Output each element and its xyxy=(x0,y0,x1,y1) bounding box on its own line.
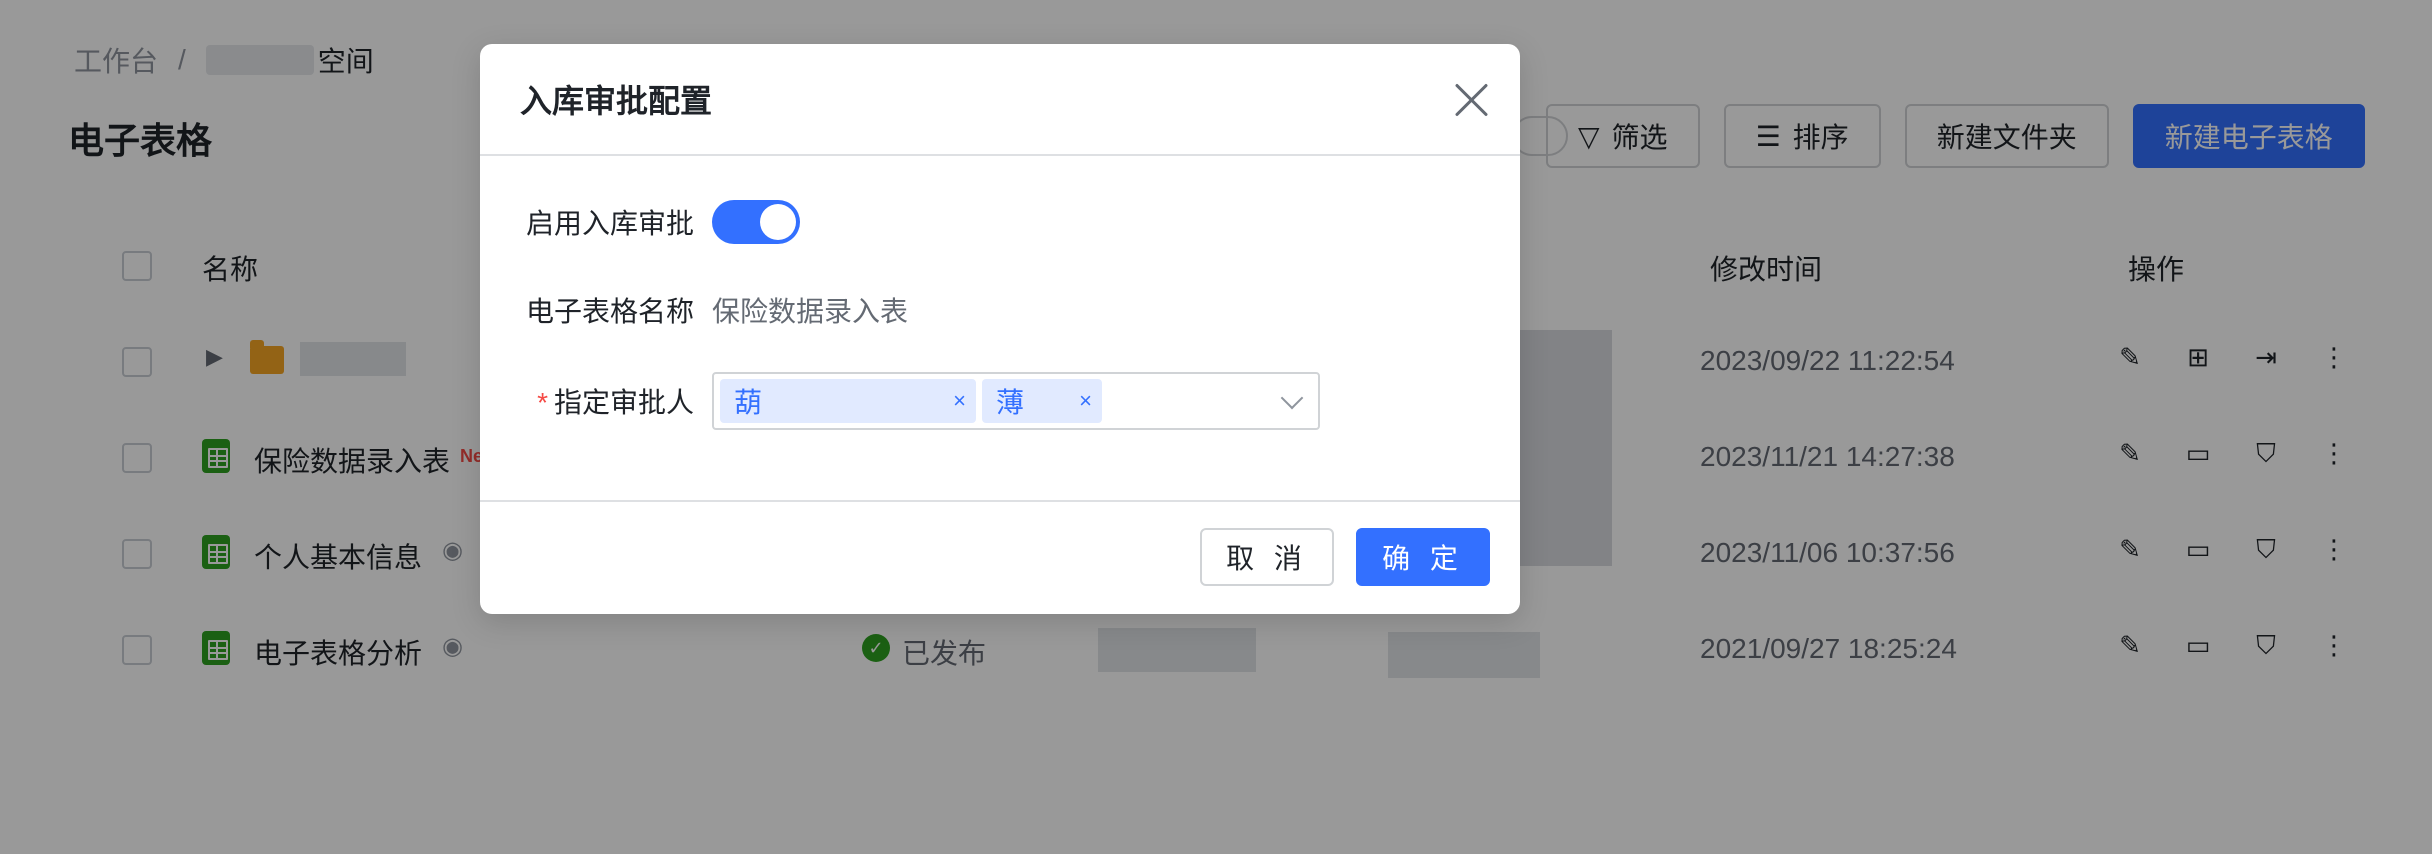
sheet-name-label: 电子表格名称 xyxy=(525,296,694,327)
cancel-button[interactable]: 取 消 xyxy=(1200,528,1334,586)
dialog-title: 入库审批配置 xyxy=(520,83,713,119)
approver-label-text: 指定审批人 xyxy=(553,387,694,418)
sheet-name-row: 电子表格名称 保险数据录入表 xyxy=(480,290,1520,330)
enable-approval-toggle[interactable] xyxy=(712,200,800,244)
chip-remove-icon[interactable]: × xyxy=(953,388,966,414)
approver-label: * 指定审批人 xyxy=(480,381,698,421)
approver-row: * 指定审批人 葫 × 薄 × xyxy=(480,372,1520,430)
enable-approval-row: 启用入库审批 xyxy=(480,200,1520,244)
approver-select[interactable]: 葫 × 薄 × xyxy=(712,372,1320,430)
enable-approval-label: 启用入库审批 xyxy=(525,208,694,239)
approval-config-dialog: 入库审批配置 启用入库审批 电子表格名称 保险数据录入表 * 指定审批人 葫 × … xyxy=(480,44,1520,614)
sheet-name-value: 保险数据录入表 xyxy=(712,296,909,327)
chip-remove-icon[interactable]: × xyxy=(1079,388,1092,414)
close-icon[interactable] xyxy=(1450,78,1494,122)
dialog-header: 入库审批配置 xyxy=(480,44,1520,156)
approver-chip: 薄 × xyxy=(982,379,1102,423)
approver-chip: 葫 × xyxy=(720,379,976,423)
toggle-knob xyxy=(760,204,796,240)
dialog-footer: 取 消 确 定 xyxy=(480,500,1520,614)
approver-chip-label: 葫 xyxy=(734,387,763,418)
required-asterisk: * xyxy=(537,387,548,418)
approver-chip-label: 薄 xyxy=(996,387,1025,418)
chevron-down-icon[interactable] xyxy=(1280,386,1304,410)
confirm-button[interactable]: 确 定 xyxy=(1356,528,1490,586)
